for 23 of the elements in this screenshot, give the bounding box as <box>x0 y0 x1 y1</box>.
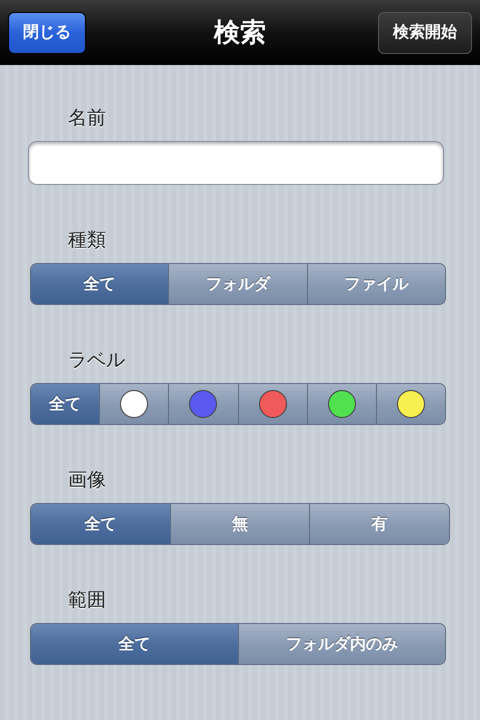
field-label: 範囲 <box>68 588 106 613</box>
label-segment[interactable] <box>168 384 238 424</box>
label-segment[interactable] <box>376 384 445 424</box>
label-segment[interactable] <box>238 384 307 424</box>
segment-tab[interactable]: 有 <box>309 504 449 544</box>
segment-tab[interactable]: ファイル <box>306 264 445 304</box>
window-title: 検索 <box>214 17 266 50</box>
segment-tab[interactable]: 全て <box>31 624 238 664</box>
segment-tab[interactable]: 無 <box>170 504 310 544</box>
segment-tab[interactable]: 全て <box>31 504 170 544</box>
label-segment[interactable] <box>306 384 376 424</box>
segment-tab[interactable]: 全て <box>31 264 168 304</box>
close-button[interactable]: 閉じる <box>8 12 86 54</box>
field-label: ラベル <box>68 348 125 373</box>
field-label: 種類 <box>68 228 106 253</box>
field-label: 名前 <box>68 106 106 131</box>
segment-tab[interactable]: フォルダ <box>168 264 307 304</box>
name-input-field[interactable] <box>28 141 444 185</box>
segment-tab[interactable]: フォルダ内のみ <box>238 624 445 664</box>
start-search-button[interactable]: 検索開始 <box>378 12 472 54</box>
field-label: 画像 <box>68 468 106 493</box>
segment-tab[interactable]: 全て <box>31 384 100 424</box>
label-segment[interactable] <box>99 384 168 424</box>
